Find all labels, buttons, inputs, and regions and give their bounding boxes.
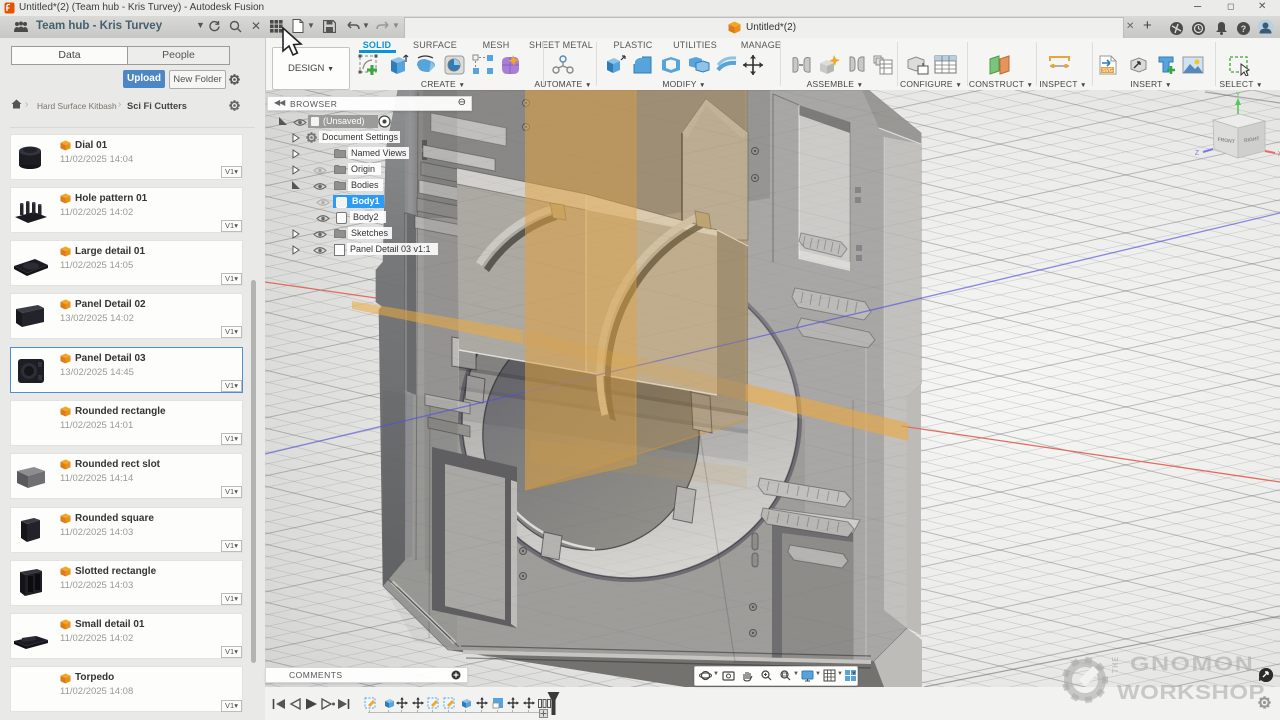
- svg-text:Y: Y: [1236, 92, 1241, 99]
- svg-text:Z: Z: [1195, 150, 1200, 157]
- svg-text:SVG: SVG: [1102, 68, 1113, 74]
- svg-text:?: ?: [1241, 24, 1247, 34]
